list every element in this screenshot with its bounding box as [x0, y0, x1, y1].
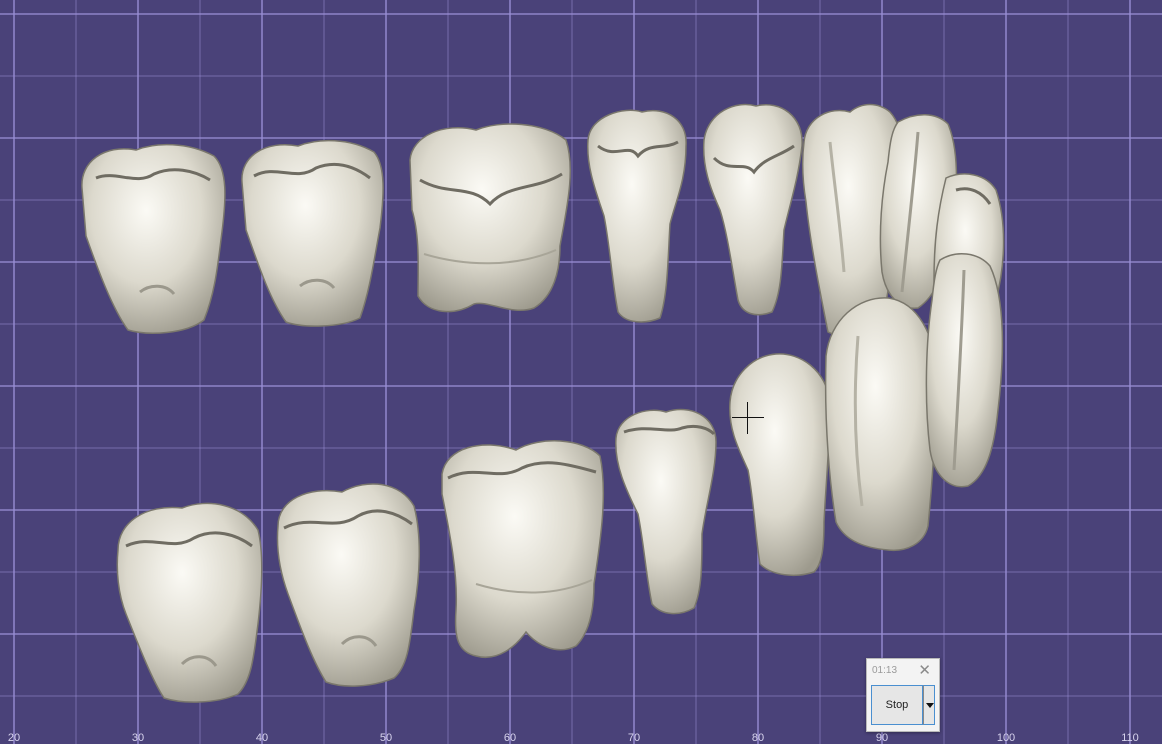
ruler-label-60: 60: [503, 732, 517, 744]
lower-molar-1[interactable]: [436, 434, 608, 662]
lower-premolar-2[interactable]: [612, 404, 720, 616]
ruler-label-20: 20: [7, 732, 21, 744]
ruler-label-50: 50: [379, 732, 393, 744]
lower-molar-3[interactable]: [112, 494, 264, 704]
upper-molar-2[interactable]: [236, 136, 386, 328]
ruler-label-40: 40: [255, 732, 269, 744]
close-icon[interactable]: ✕: [918, 661, 931, 679]
upper-molar-3[interactable]: [76, 140, 228, 336]
ruler-label-110: 110: [1121, 732, 1139, 744]
ruler-label-80: 80: [751, 732, 765, 744]
lower-incisors[interactable]: [920, 250, 1008, 490]
recording-timer: 01:13: [872, 665, 898, 676]
ruler-label-90: 90: [875, 732, 889, 744]
dropdown-arrow-icon[interactable]: [923, 685, 935, 725]
crosshair-cursor: [732, 402, 764, 434]
upper-molar-1[interactable]: [404, 120, 574, 316]
lower-molar-2[interactable]: [272, 476, 422, 688]
recording-widget: 01:13 ✕ Stop: [866, 658, 940, 732]
3d-viewport[interactable]: 20 30 40 50 60 70 80 90 100 110: [0, 0, 1162, 744]
ruler-label-100: 100: [996, 732, 1016, 744]
upper-premolar-2[interactable]: [584, 106, 690, 324]
ruler-label-70: 70: [627, 732, 641, 744]
ruler-label-30: 30: [131, 732, 145, 744]
stop-button-label: Stop: [885, 699, 909, 711]
upper-premolar-1[interactable]: [700, 100, 804, 316]
stop-button[interactable]: Stop: [871, 685, 923, 725]
